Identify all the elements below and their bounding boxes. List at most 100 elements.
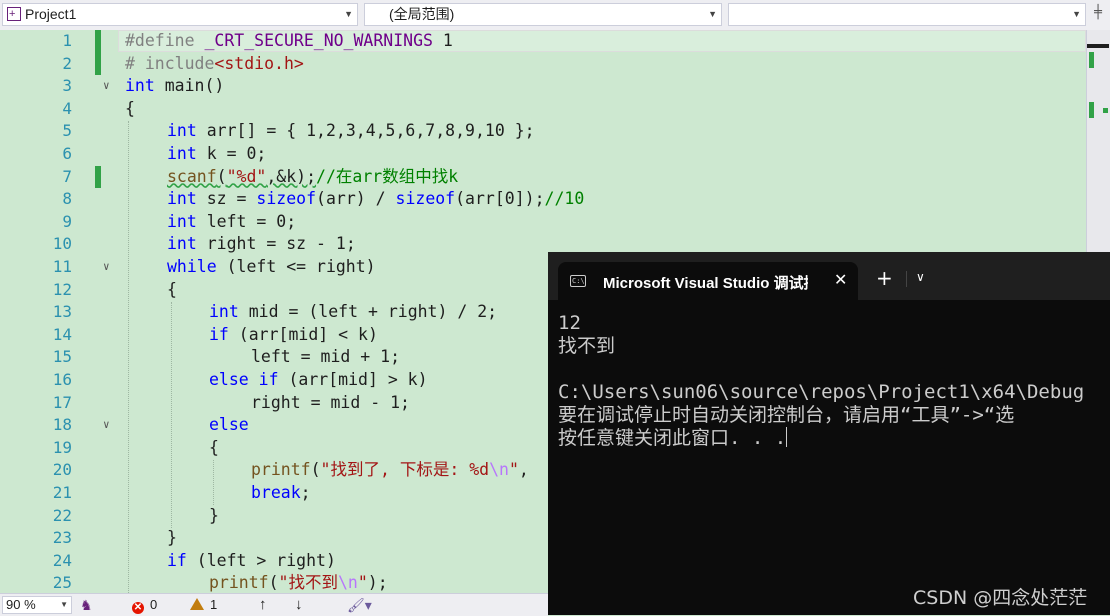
code-line: int main() <box>125 76 225 96</box>
chevron-down-icon: ▼ <box>1072 9 1081 19</box>
scroll-position-marker <box>1087 44 1109 48</box>
plus-icon[interactable]: + <box>876 268 893 288</box>
intellicode-icon[interactable]: ♞ <box>80 594 93 616</box>
console-line: C:\Users\sun06\source\repos\Project1\x64… <box>558 381 1085 403</box>
code-line: } <box>167 528 177 548</box>
line-number: 19 <box>52 437 72 457</box>
line-number: 8 <box>62 189 72 209</box>
line-number: 18 <box>52 415 72 435</box>
line-number: 22 <box>52 505 72 525</box>
line-number: 15 <box>52 347 72 367</box>
code-line: while (left <= right) <box>167 257 376 276</box>
fold-chevron-icon[interactable]: ∨ <box>103 414 110 437</box>
console-line: 找不到 <box>558 335 616 357</box>
terminal-tab[interactable]: C:\ Microsoft Visual Studio 调试控制台 ✕ <box>558 262 858 300</box>
warning-count[interactable]: 1 <box>190 594 217 616</box>
line-number: 3 <box>62 76 72 96</box>
code-line: { <box>209 437 219 457</box>
code-line: break; <box>251 483 311 502</box>
line-number: 2 <box>62 53 72 73</box>
code-line: int arr[] = { 1,2,3,4,5,6,7,8,9,10 }; <box>167 121 535 141</box>
line-number: 17 <box>52 392 72 412</box>
line-number: 25 <box>52 573 72 593</box>
arrow-down-icon[interactable]: ↓ <box>295 594 303 616</box>
error-count[interactable]: ✕ 0 <box>132 594 157 616</box>
code-line: printf("找到了, 下标是: %d\n", <box>251 460 529 480</box>
warning-icon <box>190 598 204 610</box>
line-number: 4 <box>62 98 72 118</box>
change-marker <box>95 166 101 188</box>
line-number: 13 <box>52 302 72 322</box>
navigation-bar: Project1 ▼ (全局范围) ▼ ▼ ╪ <box>0 0 1110 31</box>
line-number: 9 <box>62 211 72 231</box>
change-marker <box>95 30 101 75</box>
code-line: int mid = (left + right) / 2; <box>209 302 498 322</box>
indent-guide <box>171 302 172 528</box>
fold-chevron-icon[interactable]: ∨ <box>103 75 110 98</box>
line-number: 23 <box>52 528 72 548</box>
member-dropdown[interactable]: ▼ <box>728 3 1086 26</box>
line-number: 24 <box>52 550 72 570</box>
code-line: { <box>125 98 135 118</box>
code-line: int k = 0; <box>167 144 267 163</box>
code-line: { <box>167 279 177 299</box>
arrow-up-icon[interactable]: ↑ <box>259 594 267 616</box>
brush-icon[interactable]: 🖌▾ <box>347 594 372 616</box>
line-number: 12 <box>52 279 72 299</box>
code-line: # include<stdio.h> <box>125 53 304 73</box>
code-line: if (left > right) <box>167 550 336 570</box>
zoom-level: 90 % <box>6 597 36 612</box>
terminal-tab-title: Microsoft Visual Studio 调试控制台 <box>603 275 808 292</box>
change-marker <box>1089 52 1094 68</box>
zoom-dropdown[interactable]: 90 % ▼ <box>2 596 72 614</box>
scope-dropdown[interactable]: (全局范围) ▼ <box>364 3 722 26</box>
line-number: 1 <box>62 31 72 50</box>
line-number: 10 <box>52 234 72 254</box>
code-line: int right = sz - 1; <box>167 234 356 254</box>
code-line: int left = 0; <box>167 211 297 231</box>
chevron-down-icon: ▼ <box>708 9 717 19</box>
fold-chevron-icon[interactable]: ∨ <box>103 256 110 279</box>
code-line: else if (arr[mid] > k) <box>209 370 428 389</box>
line-number: 20 <box>52 460 72 480</box>
console-output: 12 找不到 C:\Users\sun06\source\repos\Project… <box>558 312 1084 450</box>
line-number: 5 <box>62 121 72 141</box>
terminal-icon: C:\ <box>570 275 586 287</box>
project-icon <box>7 4 21 25</box>
project-dropdown[interactable]: Project1 ▼ <box>2 3 358 26</box>
project-dropdown-label: Project1 <box>25 6 77 22</box>
code-line: right = mid - 1; <box>251 392 410 412</box>
indent-guide <box>128 121 129 593</box>
chevron-down-icon: ▼ <box>60 600 68 609</box>
watermark: CSDN @四念处茫茫 <box>913 587 1088 609</box>
line-number: 11 <box>52 257 72 276</box>
line-number: 7 <box>62 166 72 186</box>
line-number: 6 <box>62 144 72 163</box>
line-number: 14 <box>52 324 72 344</box>
line-number: 16 <box>52 370 72 389</box>
chevron-down-icon[interactable]: ∨ <box>916 270 925 284</box>
tab-separator <box>906 271 907 287</box>
split-icon[interactable]: ╪ <box>1094 5 1102 20</box>
code-line: scanf("%d",&k);//在arr数组中找k <box>167 166 459 186</box>
chevron-down-icon: ▼ <box>344 9 353 19</box>
editor-status-bar: 90 % ▼ ♞ ✕ 0 1 ↑ ↓ 🖌▾ <box>0 593 548 616</box>
code-line: else <box>209 415 249 435</box>
code-line: } <box>209 505 219 525</box>
error-icon: ✕ <box>132 602 144 614</box>
line-number: 21 <box>52 483 72 502</box>
text-cursor <box>786 427 788 447</box>
debug-console-window[interactable]: C:\ Microsoft Visual Studio 调试控制台 ✕ + ∨ … <box>548 252 1110 615</box>
terminal-tab-bar: C:\ Microsoft Visual Studio 调试控制台 ✕ + ∨ <box>548 252 1110 300</box>
code-line: int sz = sizeof(arr) / sizeof(arr[0]);//… <box>167 189 585 209</box>
code-line: left = mid + 1; <box>251 347 401 367</box>
code-line: #define _CRT_SECURE_NO_WARNINGS 1 <box>125 31 453 50</box>
change-marker <box>1103 108 1108 113</box>
close-icon[interactable]: ✕ <box>834 270 847 289</box>
console-line: 12 <box>558 312 581 334</box>
console-line: 要在调试停止时自动关闭控制台，请启用“工具”->“选 <box>558 404 1015 426</box>
change-marker <box>1089 102 1094 118</box>
code-line: if (arr[mid] < k) <box>209 324 378 344</box>
code-line: printf("找不到\n"); <box>209 573 388 593</box>
